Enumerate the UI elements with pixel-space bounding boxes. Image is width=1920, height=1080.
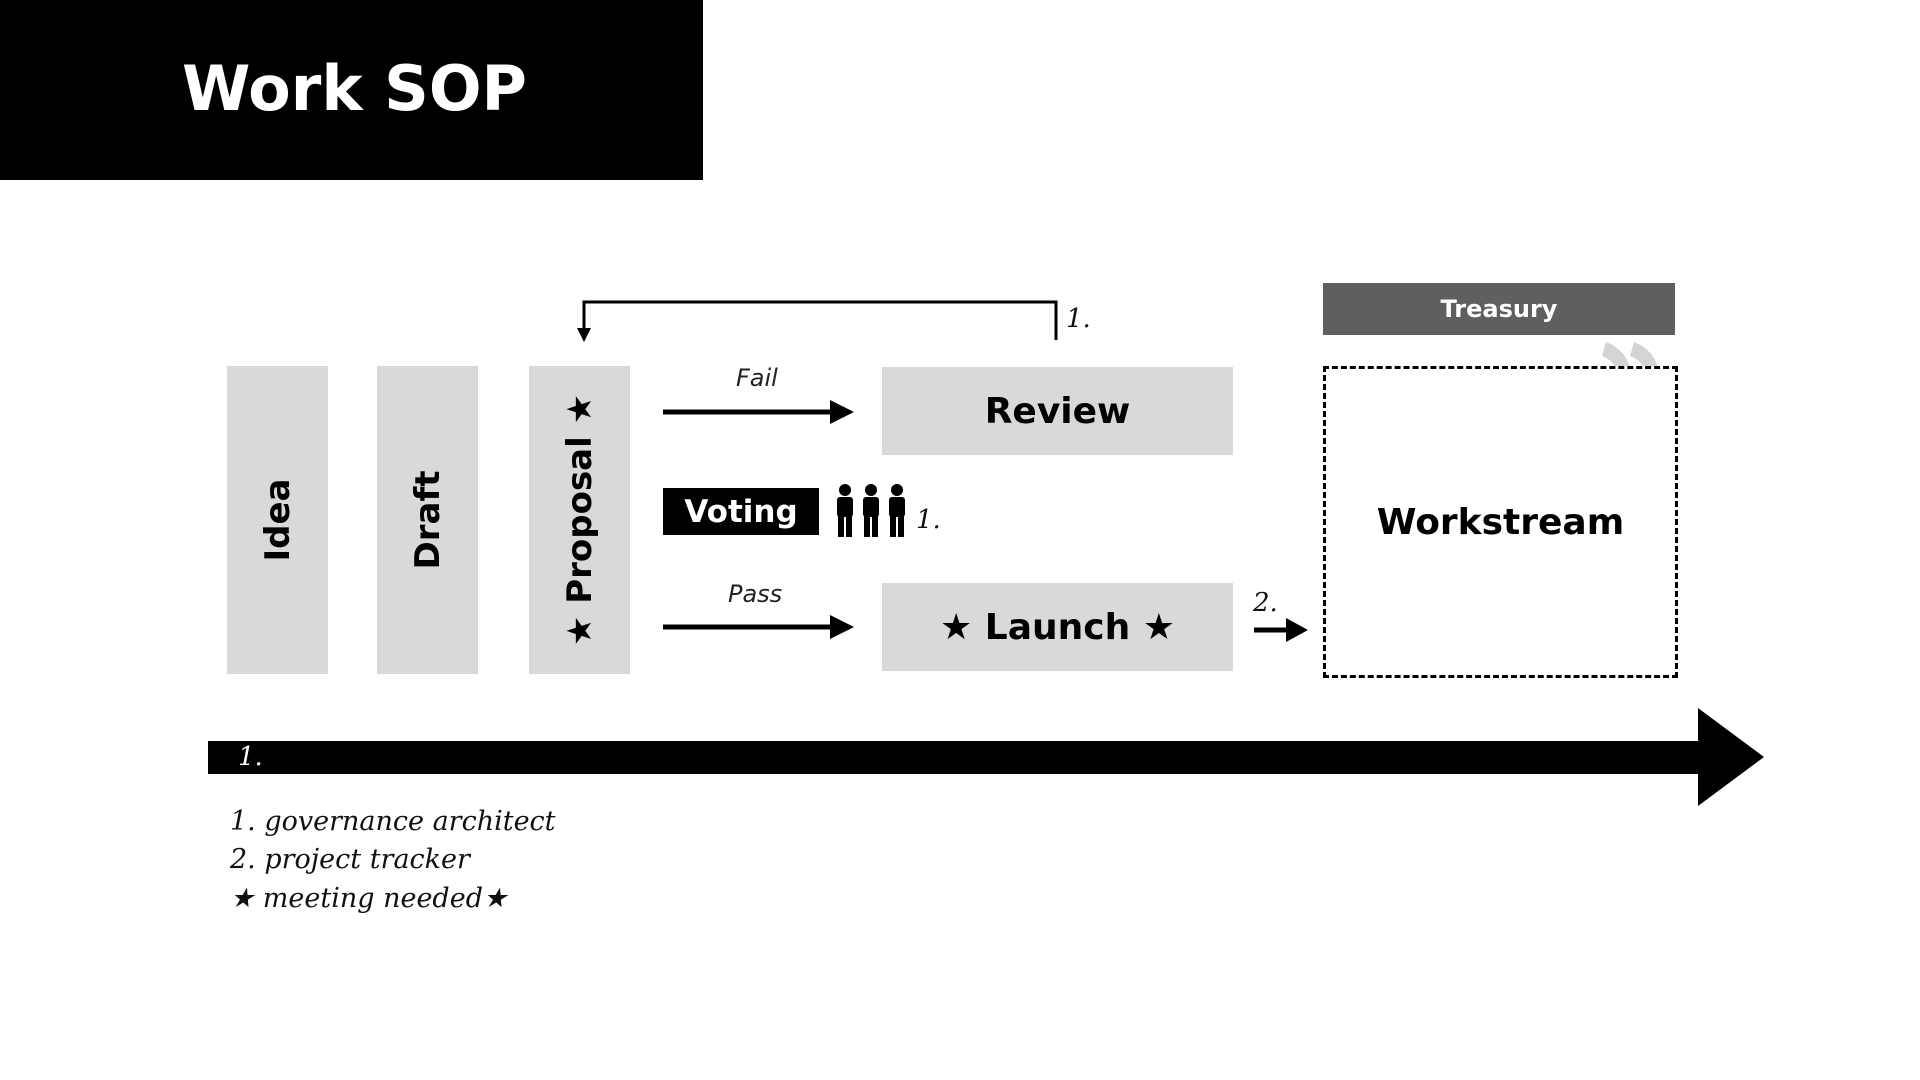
legend-item-3: ★ meeting needed★ (230, 883, 508, 914)
timeline-note: 1. (238, 742, 263, 772)
timeline-arrow-body (208, 741, 1703, 774)
launch-note: 2. (1253, 588, 1278, 618)
loop-back-arrow (582, 300, 1058, 340)
timeline-arrowhead (1698, 708, 1764, 806)
review-box: Review (882, 367, 1233, 455)
loop-back-arrowhead (577, 328, 591, 342)
legend-item-1: 1. governance architect (230, 806, 556, 837)
legend-item-2: 2. project tracker (230, 844, 470, 875)
loop-note: 1. (1066, 304, 1091, 334)
voting-note: 1. (916, 505, 941, 535)
launch-arrowhead (1286, 618, 1308, 642)
pass-arrowhead (830, 615, 854, 639)
fail-label: Fail (736, 364, 778, 392)
workstream-box: Workstream (1323, 366, 1678, 678)
three-people-icon (837, 484, 905, 537)
treasury-banner: Treasury (1323, 283, 1675, 335)
voting-badge: Voting (663, 488, 819, 535)
launch-box: ★ Launch ★ (882, 583, 1233, 671)
fail-arrowhead (830, 400, 854, 424)
pass-label: Pass (728, 580, 783, 608)
